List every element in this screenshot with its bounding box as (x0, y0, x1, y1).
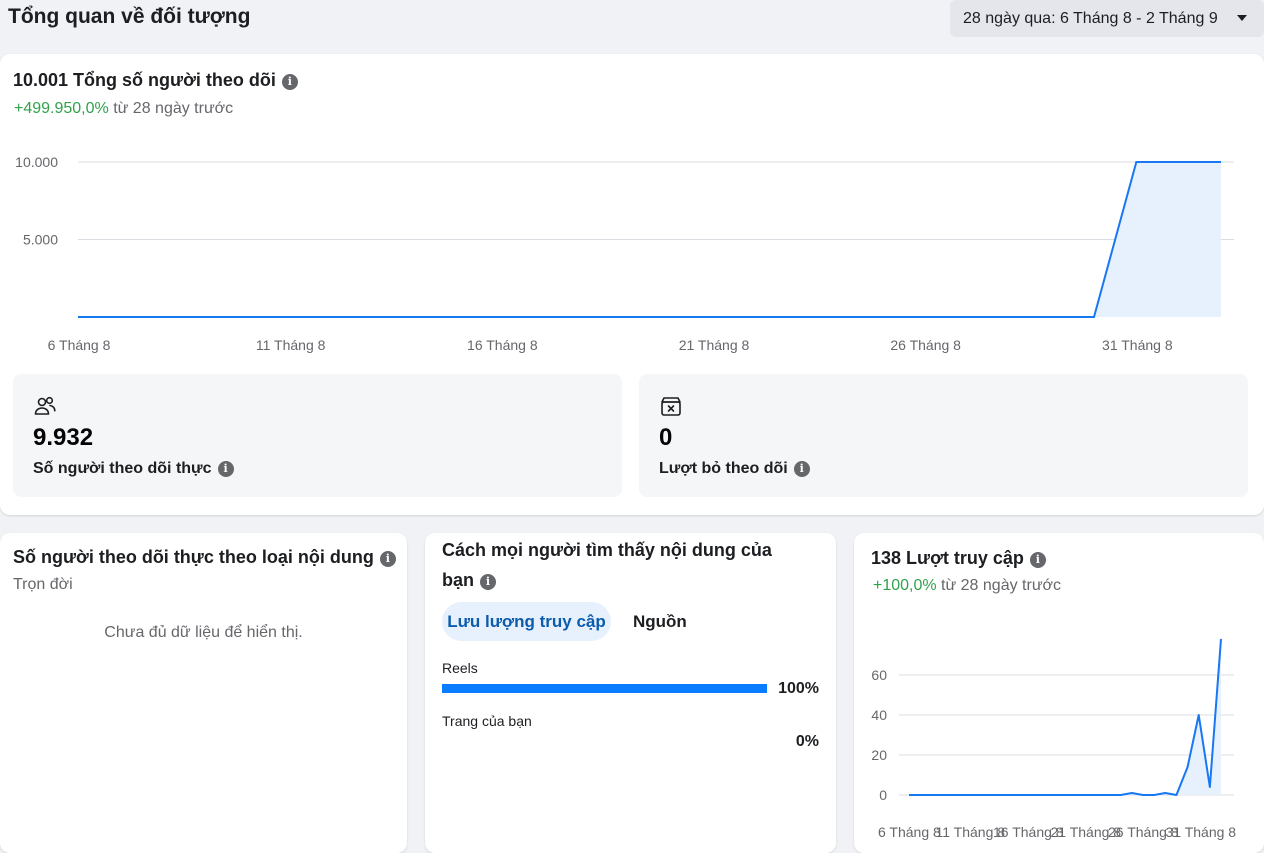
tab-traffic[interactable]: Lưu lượng truy cập (442, 602, 611, 641)
y-tick-label: 20 (871, 747, 887, 763)
source-bar-reels (442, 684, 767, 693)
info-icon[interactable]: i (480, 574, 497, 590)
visits-card: 138 Lượt truy cập i +100,0% từ 28 ngày tr… (854, 533, 1264, 853)
x-tick-label: 21 Tháng 8 (679, 337, 750, 353)
y-tick-label: 5.000 (23, 232, 58, 248)
x-tick-label: 31 Tháng 8 (1166, 824, 1237, 840)
visits-title: 138 Lượt truy cập (871, 548, 1024, 568)
x-tick-label: 11 Tháng 8 (256, 337, 326, 353)
source-label-reels: Reels (442, 660, 478, 676)
net-followers-label: Số người theo dõi thực (33, 460, 212, 477)
x-tick-label: 26 Tháng 8 (890, 337, 961, 353)
visits-change-suffix: từ 28 ngày trước (936, 577, 1062, 594)
unfollow-icon (661, 397, 681, 416)
by-content-title-row: Số người theo dõi thực theo loại nội dun… (13, 542, 396, 572)
followers-title: 10.001 Tổng số người theo dõi (13, 70, 276, 90)
unfollows-tile: 0 Lượt bỏ theo dõi i (639, 374, 1248, 497)
x-tick-label: 6 Tháng 8 (48, 337, 111, 353)
visits-title-row: 138 Lượt truy cập i (871, 543, 1046, 573)
caret-down-icon (1237, 15, 1247, 21)
followers-change: +499.950,0% từ 28 ngày trước (14, 100, 233, 118)
visits-change-value: +100,0% (873, 577, 937, 594)
y-tick-label: 10.000 (15, 154, 58, 170)
unfollows-label-row: Lượt bỏ theo dõi i (659, 460, 810, 478)
followers-change-suffix: từ 28 ngày trước (108, 100, 234, 117)
followers-change-value: +499.950,0% (14, 100, 109, 117)
info-icon[interactable]: i (1029, 552, 1046, 568)
y-tick-label: 40 (871, 707, 887, 723)
x-tick-label: 16 Tháng 8 (467, 337, 538, 353)
unfollows-label: Lượt bỏ theo dõi (659, 460, 788, 477)
page-title: Tổng quan về đối tượng (8, 5, 251, 28)
by-content-subtitle: Trọn đời (13, 576, 73, 593)
source-label-page: Trang của bạn (442, 713, 532, 729)
net-followers-label-row: Số người theo dõi thực i (33, 460, 234, 478)
discovery-card: Cách mọi người tìm thấy nội dung của bạn… (425, 533, 836, 853)
followers-chart: 5.000 10.000 6 Tháng 8 11 Tháng 8 16 Tháng 8… (15, 154, 1234, 353)
date-range-label: 28 ngày qua: 6 Tháng 8 - 2 Tháng 9 (963, 9, 1218, 27)
unfollows-value: 0 (659, 424, 673, 451)
followers-title-row: 10.001 Tổng số người theo dõi i (13, 70, 298, 91)
by-content-title: Số người theo dõi thực theo loại nội dun… (13, 547, 374, 567)
source-percent-reels: 100% (778, 680, 819, 697)
followers-card: 10.001 Tổng số người theo dõi i +499.950,… (0, 54, 1264, 515)
visits-chart: 02040606 Tháng 811 Tháng 816 Tháng 821 T… (871, 638, 1237, 840)
source-percent-page: 0% (795, 733, 819, 750)
info-icon[interactable]: i (217, 461, 234, 477)
info-icon[interactable]: i (379, 551, 396, 567)
x-tick-label: 6 Tháng 8 (878, 824, 941, 840)
empty-state-text: Chưa đủ dữ liệu để hiển thị. (104, 624, 303, 641)
x-tick-label: 31 Tháng 8 (1102, 337, 1173, 353)
series-line (909, 638, 1222, 796)
info-icon[interactable]: i (793, 461, 810, 477)
discovery-title-line2: bạn (442, 570, 475, 590)
discovery-title-line1: Cách mọi người tìm thấy nội dung của (442, 540, 772, 560)
info-icon[interactable]: i (281, 74, 298, 90)
visits-change: +100,0% từ 28 ngày trước (873, 577, 1061, 595)
followers-by-content-card: Số người theo dõi thực theo loại nội dun… (0, 533, 407, 853)
net-followers-tile: 9.932 Số người theo dõi thực i (13, 374, 622, 497)
people-icon (34, 396, 56, 415)
area-fill (909, 639, 1221, 795)
source-bar-fill (442, 684, 767, 693)
net-followers-value: 9.932 (33, 424, 94, 451)
y-tick-label: 60 (871, 667, 887, 683)
y-tick-label: 0 (879, 787, 887, 803)
date-range-dropdown[interactable]: 28 ngày qua: 6 Tháng 8 - 2 Tháng 9 (950, 0, 1264, 37)
tab-sources[interactable]: Nguồn (633, 602, 687, 641)
discovery-title-line2-row: bạn i (442, 565, 497, 595)
